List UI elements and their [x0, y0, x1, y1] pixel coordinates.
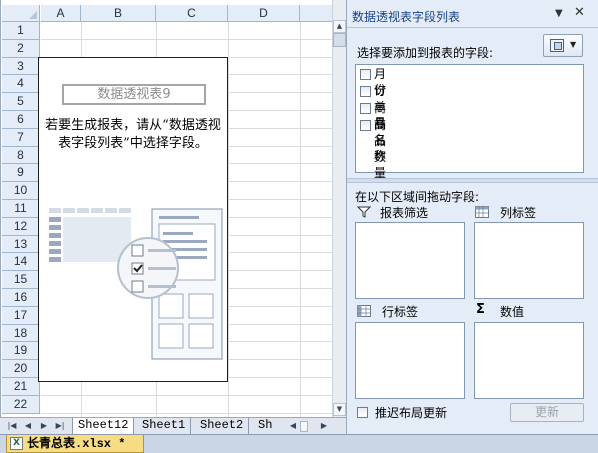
pivot-illustration-icon — [49, 208, 223, 360]
prev-sheet-icon[interactable]: ◀ — [22, 420, 34, 432]
row-header[interactable]: 22 — [2, 396, 40, 414]
row-header[interactable]: 15 — [2, 271, 40, 289]
column-labels-label: 列标签 — [500, 206, 537, 220]
choose-fields-label: 选择要添加到报表的字段: — [357, 46, 494, 60]
last-sheet-icon[interactable]: ▶| — [54, 420, 66, 432]
row-header[interactable]: 13 — [2, 236, 40, 253]
row-header[interactable]: 21 — [2, 378, 40, 396]
scroll-down-button[interactable]: ▼ — [333, 403, 346, 416]
pivot-table-placeholder[interactable]: 数据透视表9 若要生成报表，请从“数据透视表字段列表”中选择字段。 — [38, 57, 228, 382]
first-sheet-icon[interactable]: |◀ — [6, 420, 18, 432]
column-header-e[interactable] — [300, 5, 332, 22]
gridline — [228, 22, 229, 417]
row-header[interactable]: 10 — [2, 182, 40, 200]
pivot-table-title: 数据透视表9 — [62, 84, 206, 105]
chevron-down-icon: ▼ — [570, 40, 577, 49]
row-header[interactable]: 1 — [2, 22, 40, 40]
field-checkbox[interactable] — [360, 69, 371, 80]
gridline — [41, 395, 332, 396]
column-labels-icon — [475, 206, 489, 218]
row-header[interactable]: 14 — [2, 253, 40, 271]
sheet-tab-bar: |◀ ◀ ▶ ▶| Sheet12 Sheet1 Sheet2 Sh ◀ ▶ — [0, 417, 346, 434]
values-area[interactable] — [474, 322, 584, 399]
row-header[interactable]: 3 — [2, 58, 40, 75]
sheet-tab-sheet1[interactable]: Sheet1 — [137, 418, 192, 434]
update-button[interactable]: 更新 — [510, 403, 584, 422]
row-header[interactable]: 7 — [2, 129, 40, 147]
horizontal-scroll-thumb[interactable] — [300, 421, 308, 432]
scroll-up-button[interactable]: ▲ — [333, 20, 346, 33]
gridline — [41, 39, 332, 40]
defer-layout-label: 推迟布局更新 — [375, 406, 448, 420]
pivot-field-list-pane: 数据透视表字段列表 ▼ ✕ 选择要添加到报表的字段: ▼ 月份 订单号 商品名称… — [346, 0, 598, 434]
drag-fields-label: 在以下区域间拖动字段: — [355, 190, 480, 204]
field-label: 商品数量 — [374, 118, 387, 180]
row-header[interactable]: 8 — [2, 147, 40, 164]
row-header[interactable]: 2 — [2, 40, 40, 58]
scroll-left-icon[interactable]: ◀ — [287, 420, 299, 432]
row-header[interactable]: 20 — [2, 360, 40, 378]
column-header-b[interactable]: B — [81, 5, 156, 22]
excel-file-icon: X — [10, 437, 23, 450]
row-labels-area[interactable] — [355, 322, 465, 399]
pane-options-icon[interactable]: ▼ — [555, 8, 563, 19]
pane-splitter[interactable] — [347, 178, 598, 183]
row-labels-icon — [357, 305, 371, 317]
row-header[interactable]: 16 — [2, 289, 40, 307]
report-filter-area[interactable] — [355, 222, 465, 299]
row-header[interactable]: 4 — [2, 75, 40, 93]
scroll-thumb[interactable] — [333, 33, 346, 47]
filter-icon — [357, 206, 371, 218]
row-header[interactable]: 6 — [2, 111, 40, 129]
field-checkbox[interactable] — [360, 86, 371, 97]
row-header[interactable]: 17 — [2, 307, 40, 325]
sheet-tab-partial[interactable]: Sh — [253, 418, 277, 434]
layout-options-button[interactable]: ▼ — [543, 34, 583, 57]
row-header[interactable]: 19 — [2, 342, 40, 360]
gridline — [300, 22, 301, 417]
column-header-c[interactable]: C — [156, 5, 228, 22]
layout-icon — [550, 39, 564, 52]
column-labels-area[interactable] — [474, 222, 584, 299]
divider — [347, 27, 598, 28]
defer-layout-checkbox[interactable] — [357, 407, 368, 418]
row-header[interactable]: 12 — [2, 218, 40, 236]
row-labels-label: 行标签 — [382, 305, 419, 319]
column-header-d[interactable]: D — [228, 5, 300, 22]
vertical-scrollbar[interactable]: ▲ ▼ — [332, 0, 346, 417]
sheet-tab-sheet2[interactable]: Sheet2 — [195, 418, 250, 434]
pivot-table-instructions: 若要生成报表，请从“数据透视表字段列表”中选择字段。 — [45, 118, 221, 151]
column-header-a[interactable]: A — [41, 5, 81, 22]
values-label: 数值 — [500, 305, 525, 319]
scroll-right-icon[interactable]: ▶ — [318, 420, 330, 432]
row-header[interactable]: 5 — [2, 93, 40, 111]
field-checkbox[interactable] — [360, 120, 371, 131]
report-filter-label: 报表筛选 — [380, 206, 429, 220]
document-tab[interactable]: X 长青总表.xlsx * — [6, 435, 144, 453]
document-tab-label: 长青总表.xlsx * — [27, 437, 126, 451]
row-header[interactable]: 18 — [2, 325, 40, 342]
pane-title: 数据透视表字段列表 — [352, 10, 461, 24]
row-header[interactable]: 11 — [2, 200, 40, 218]
pane-close-icon[interactable]: ✕ — [574, 5, 585, 20]
select-all-corner[interactable] — [2, 5, 40, 22]
sigma-icon: Σ — [476, 302, 485, 317]
row-header[interactable]: 9 — [2, 164, 40, 182]
field-list-box[interactable]: 月份 订单号 商品名称 商品数量 — [355, 64, 584, 180]
next-sheet-icon[interactable]: ▶ — [38, 420, 50, 432]
document-tab-strip: X 长青总表.xlsx * — [0, 434, 598, 453]
gridline — [41, 413, 332, 414]
field-checkbox[interactable] — [360, 103, 371, 114]
sheet-tab-sheet12[interactable]: Sheet12 — [72, 418, 135, 434]
